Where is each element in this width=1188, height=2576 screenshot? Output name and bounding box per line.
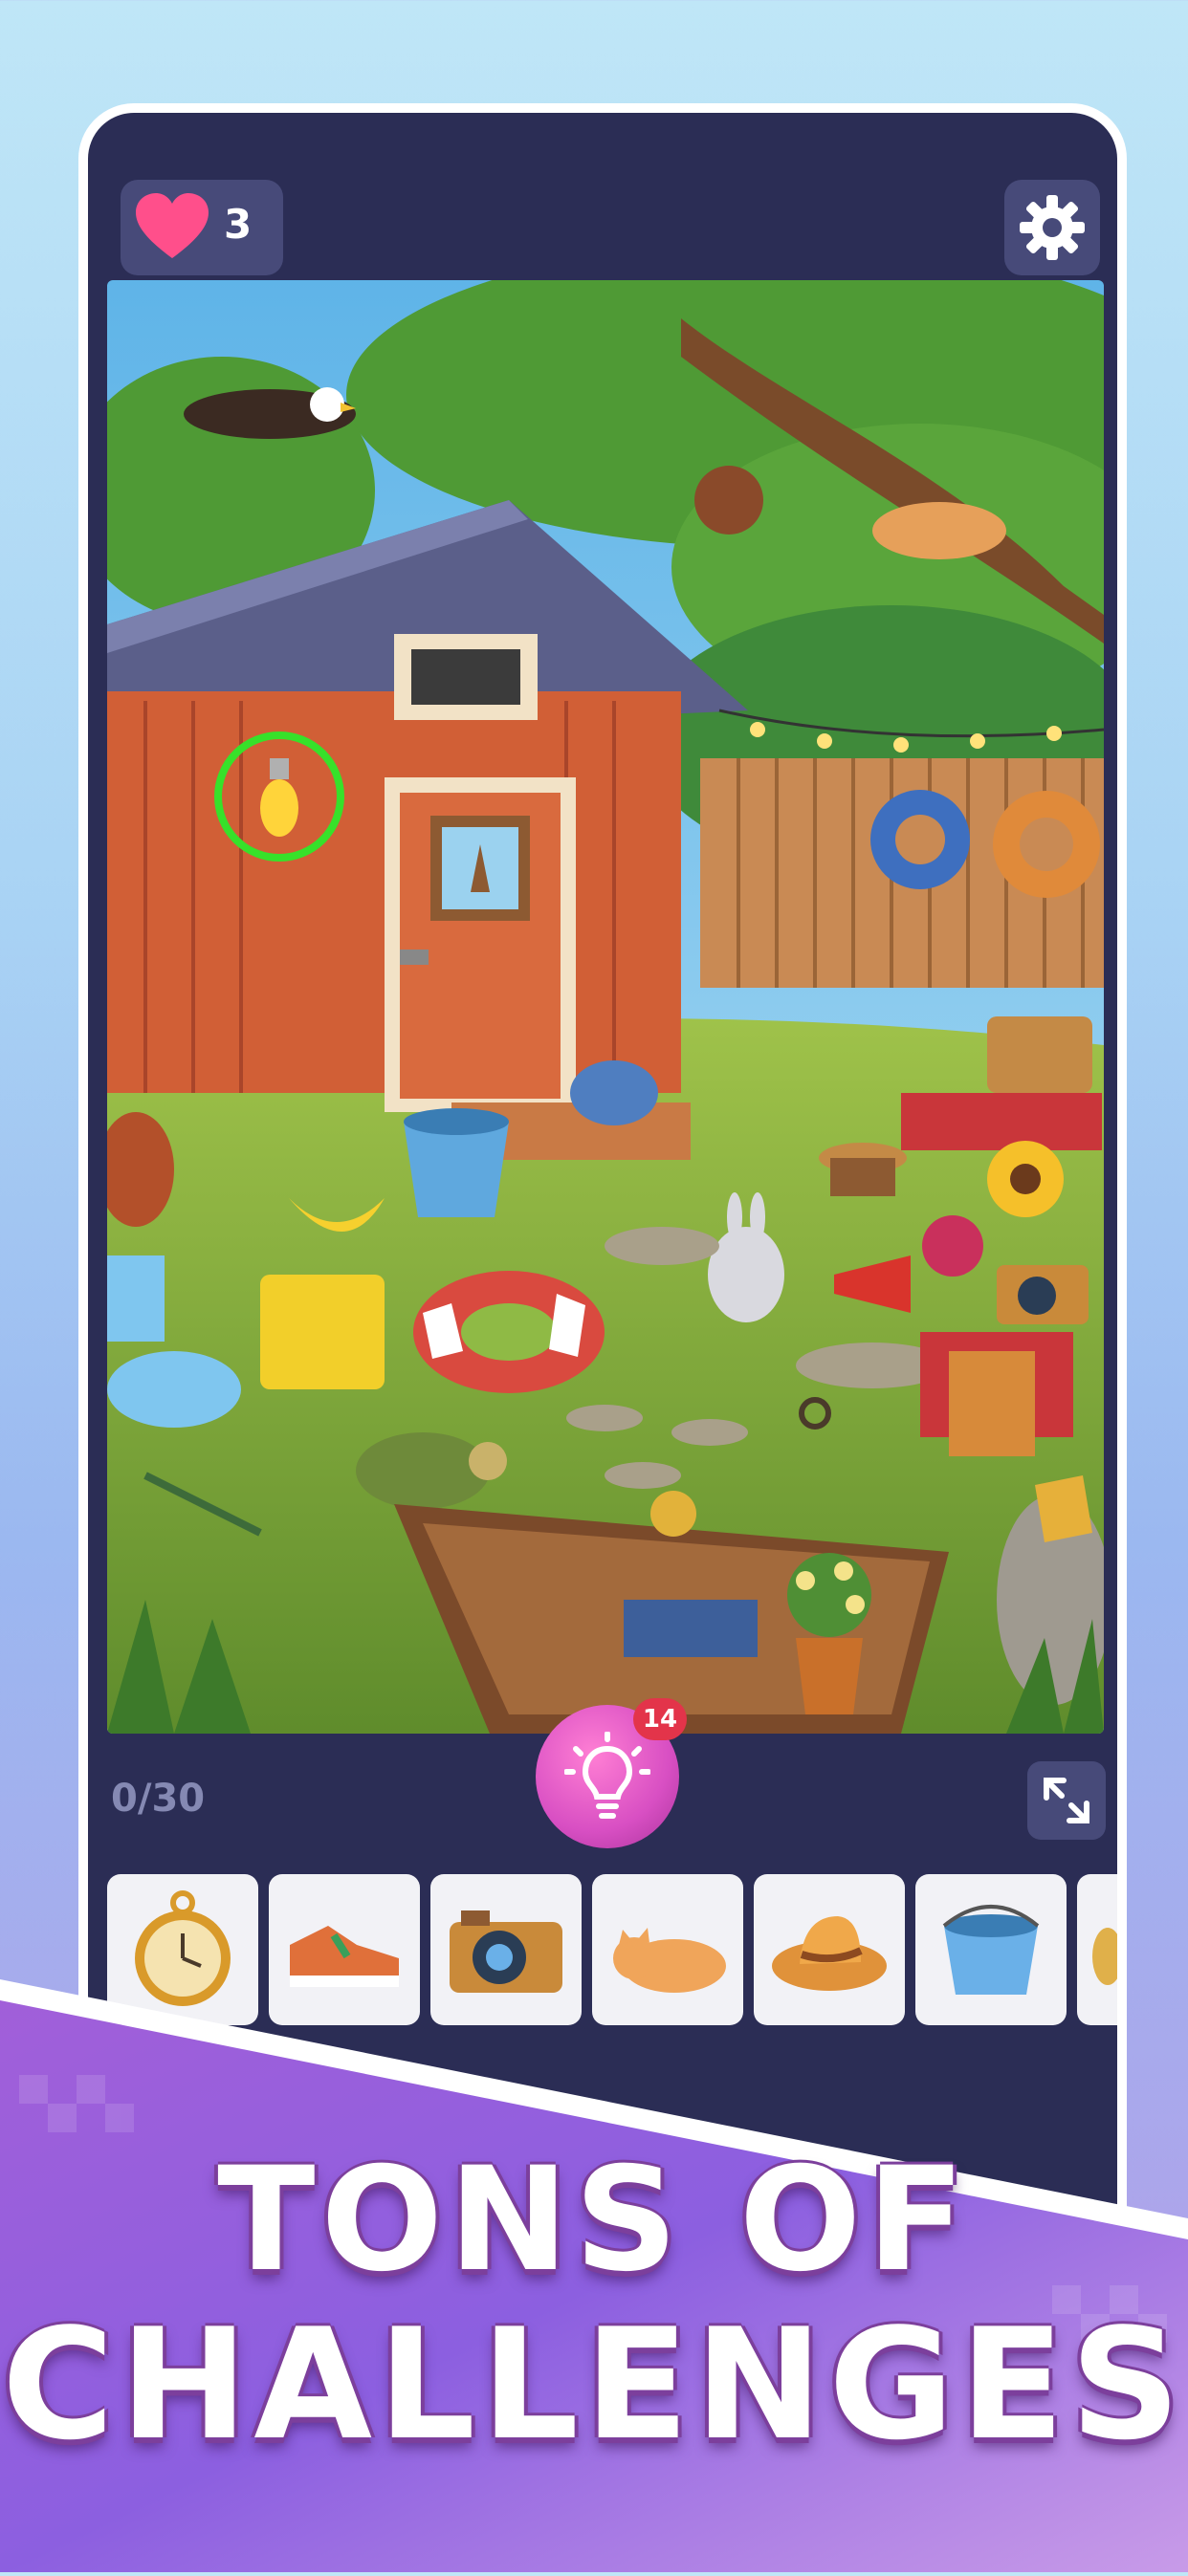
lives-counter: 3 [121,180,283,275]
settings-button[interactable] [1004,180,1100,275]
expand-arrows-icon [1044,1778,1089,1823]
expand-button[interactable] [1027,1761,1106,1840]
lives-count: 3 [224,201,253,248]
found-progress: 0/30 [111,1777,206,1821]
backyard-scene-illustration [107,280,1104,1734]
lightbulb-icon [564,1732,650,1819]
heart-icon [136,193,209,258]
gear-icon [1020,195,1085,260]
banner-title-line2: CHALLENGES [1,2295,1187,2474]
banner-title-line1: TONS OF [217,2137,971,2303]
hint-count-badge: 14 [633,1698,687,1740]
hidden-object-scene[interactable] [107,280,1104,1734]
